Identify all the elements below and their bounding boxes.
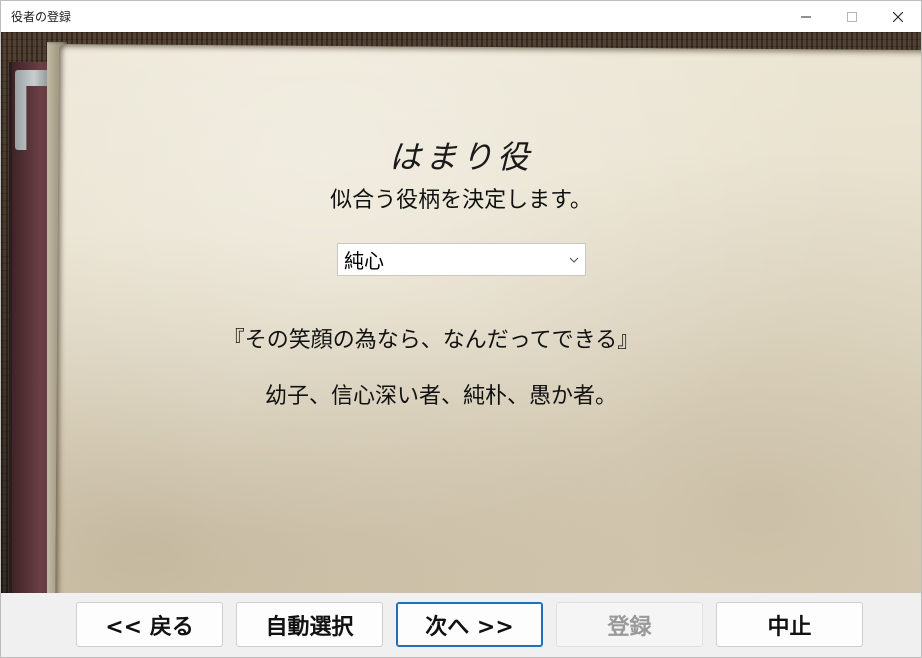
next-button[interactable]: 次へ >> (396, 602, 543, 647)
back-button[interactable]: << 戻る (76, 602, 223, 647)
app-window: 役者の登録 はまり役 似合う役柄を決定します。 純心 『その笑顔の為なら、なんだ… (0, 0, 922, 658)
maximize-icon (847, 11, 857, 22)
button-bar: << 戻る 自動選択 次へ >> 登録 中止 (1, 593, 921, 657)
page-subheading: 似合う役柄を決定します。 (330, 188, 592, 213)
close-button[interactable] (875, 1, 921, 32)
maximize-button[interactable] (829, 1, 875, 32)
minimize-button[interactable] (783, 1, 829, 32)
chevron-down-icon (563, 257, 585, 263)
role-select[interactable]: 純心 (337, 243, 586, 276)
close-icon (893, 11, 903, 22)
window-title: 役者の登録 (11, 10, 72, 24)
page-heading: はまり役 (388, 138, 533, 176)
auto-select-button[interactable]: 自動選択 (236, 602, 383, 647)
book-scene: はまり役 似合う役柄を決定します。 純心 『その笑顔の為なら、なんだってできる』… (1, 32, 921, 593)
cancel-button[interactable]: 中止 (716, 602, 863, 647)
book-page (55, 44, 921, 593)
role-quote: 『その笑顔の為なら、なんだってできる』 (222, 328, 640, 353)
role-select-value: 純心 (344, 249, 384, 273)
minimize-icon (801, 12, 811, 22)
window-controls (783, 1, 921, 32)
role-description: 幼子、信心深い者、純朴、愚か者。 (264, 384, 617, 409)
register-button[interactable]: 登録 (556, 602, 703, 647)
title-bar: 役者の登録 (1, 1, 921, 32)
